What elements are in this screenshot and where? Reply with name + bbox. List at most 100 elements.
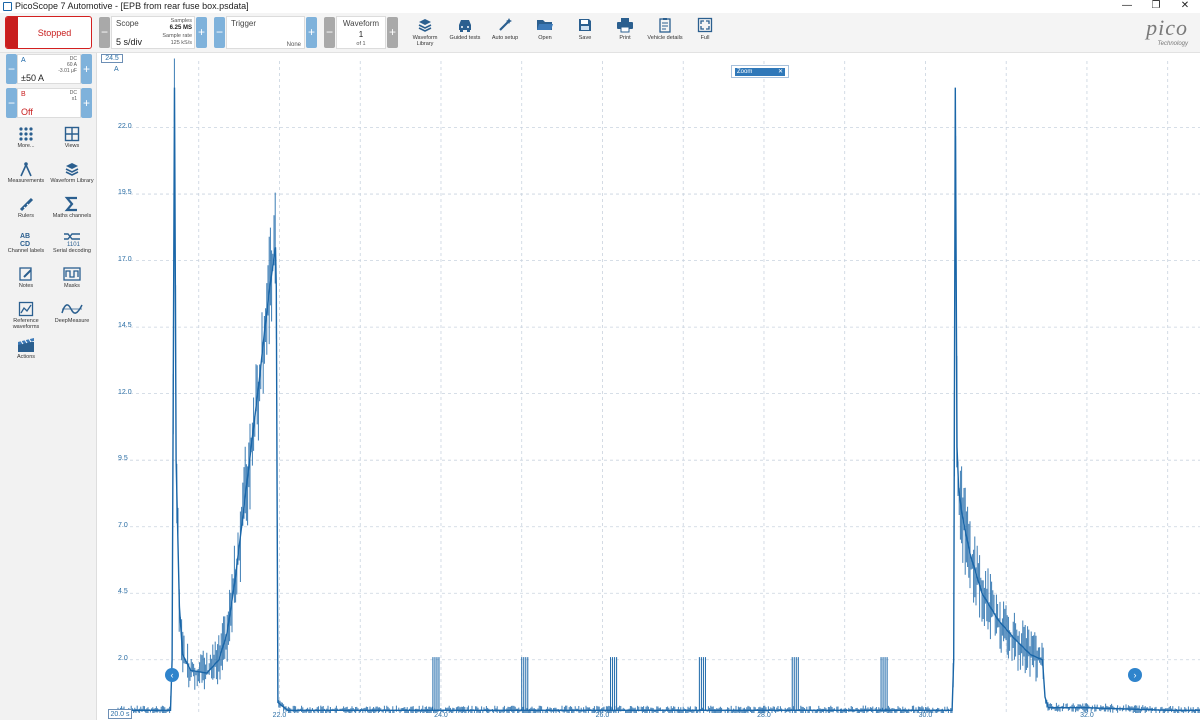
wand-icon [499, 18, 512, 31]
waveform-library-icon [418, 19, 432, 32]
masks-button[interactable]: Masks [50, 266, 94, 300]
waveform-group[interactable]: Waveform 1 of 1 [336, 16, 386, 49]
waveform-index: 1 [358, 30, 364, 39]
reference-waveforms-button[interactable]: Reference waveforms [4, 301, 48, 335]
x-tick-label: 30.0 [918, 712, 933, 719]
deepmeasure-button[interactable]: DeepMeasure [50, 301, 94, 335]
y-tick-label: 4.5 [118, 588, 128, 596]
y-tick-label: 17.0 [118, 255, 132, 263]
run-stop-button[interactable]: Stopped [5, 16, 92, 49]
run-state-indicator [6, 17, 18, 48]
y-tick-label: 22.0 [118, 122, 132, 130]
car-icon [459, 20, 471, 32]
x-axis-start-label[interactable]: 20.0 s [108, 709, 132, 719]
actions-icon [18, 338, 34, 352]
svg-text:AB: AB [20, 233, 30, 240]
timebase-decrease-button[interactable]: − [99, 17, 110, 48]
sample-rate-label: Sample rate [162, 33, 192, 39]
reference-waveforms-icon [18, 301, 34, 317]
channel-a-range-decrease[interactable]: − [6, 54, 17, 84]
waveform-svg[interactable] [98, 53, 1200, 720]
minimize-button[interactable]: — [1112, 0, 1142, 13]
channel-b-name: B [21, 91, 26, 98]
x-tick-label: 32.0 [1080, 712, 1094, 719]
waveform-next-button[interactable]: + [387, 17, 398, 48]
serial-decoding-button[interactable]: 1101 Serial decoding [50, 231, 94, 265]
auto-setup-button[interactable]: Auto setup [485, 15, 525, 51]
pico-logo: pico Technology [1146, 15, 1188, 47]
trigger-group[interactable]: Trigger None [226, 16, 305, 49]
toolbar: Stopped − Scope 5 s/div Samples 6.25 MS … [0, 13, 1200, 53]
trigger-title: Trigger [231, 19, 257, 28]
channel-a-range: ±50 A [21, 73, 44, 83]
print-button[interactable]: Print [605, 15, 645, 51]
zoom-overview-bar[interactable]: Zoom ✕ [735, 68, 785, 76]
actions-button[interactable]: Actions [4, 337, 48, 371]
zoom-close-icon[interactable]: ✕ [778, 68, 783, 76]
timebase-value: 5 s/div [116, 37, 143, 47]
more-button[interactable]: More... [4, 126, 48, 160]
maths-channels-button[interactable]: Maths channels [50, 196, 94, 230]
channel-labels-button[interactable]: AB CD Channel labels [4, 231, 48, 265]
channel-a-range-increase[interactable]: + [81, 54, 92, 84]
channel-b-range-decrease[interactable]: − [6, 88, 17, 118]
masks-icon [63, 267, 81, 281]
waveform-library-side-button[interactable]: Waveform Library [50, 161, 94, 195]
guided-tests-button[interactable]: Guided tests [445, 15, 485, 51]
folder-icon [537, 20, 553, 30]
scope-group[interactable]: Scope 5 s/div Samples 6.25 MS Sample rat… [111, 16, 195, 49]
channel-b-range-increase[interactable]: + [81, 88, 92, 118]
grid-lines [118, 61, 1200, 713]
y-axis-top-label[interactable]: 24.5 [101, 54, 123, 63]
clipboard-icon [659, 18, 671, 33]
zoom-overview-control[interactable]: Zoom ✕ [731, 65, 789, 78]
notes-button[interactable]: Notes [4, 266, 48, 300]
waveform-plot[interactable]: 2.0 4.5 7.0 9.5 12.0 14.5 17.0 19.5 22.0 22.0 24.… [98, 53, 1200, 720]
waveform-prev-button[interactable]: − [324, 17, 335, 48]
maximize-button[interactable]: ❐ [1141, 0, 1171, 13]
fullscreen-button[interactable]: Full [685, 15, 725, 51]
run-state-label: Stopped [37, 28, 72, 38]
samples-value: 6.25 MS [169, 25, 192, 31]
waveform-library-button[interactable]: Waveform Library [405, 15, 445, 51]
vehicle-details-button[interactable]: Vehicle details [645, 15, 685, 51]
samples-label: Samples [170, 18, 192, 24]
channel-b-control[interactable]: − B Off DC x1 + [5, 88, 93, 118]
channel-labels-icon: ABCD [20, 233, 30, 247]
channel-b-range: Off [21, 107, 33, 117]
waveform-library-icon [65, 163, 79, 176]
measurements-button[interactable]: Measurements [4, 161, 48, 195]
x-tick-label: 26.0 [595, 712, 610, 719]
y-tick-label: 7.0 [118, 521, 128, 529]
save-button[interactable]: Save [565, 15, 605, 51]
ruler-icon [19, 197, 34, 212]
views-button[interactable]: Views [50, 126, 94, 160]
picoscope-window: PicoScope 7 Automotive - [EPB from rear … [0, 0, 1200, 720]
trace-line-channel-a [118, 87, 1200, 711]
scroll-left-button[interactable]: ‹ [165, 668, 179, 682]
sigma-icon [64, 196, 77, 212]
channel-a-control[interactable]: − A ±50 A DC 60 A -3.01 μF + [5, 54, 93, 84]
channel-b-box[interactable]: B Off DC x1 [17, 88, 81, 118]
timebase-increase-button[interactable]: + [196, 17, 207, 48]
channel-a-info: DC 60 A -3.01 μF [58, 56, 77, 74]
y-tick-label: 12.0 [118, 388, 132, 396]
waveform-count: of 1 [356, 41, 366, 47]
trigger-decrease-button[interactable]: − [214, 17, 225, 48]
y-tick-label: 9.5 [118, 455, 128, 463]
grid-dots-icon [19, 127, 33, 141]
close-button[interactable]: ✕ [1170, 0, 1200, 13]
save-icon [579, 19, 591, 31]
trigger-increase-button[interactable]: + [306, 17, 317, 48]
scope-title: Scope [116, 19, 139, 28]
trace-noise-band [117, 58, 1200, 713]
left-panel: − A ±50 A DC 60 A -3.01 μF + − B Off DC x1 … [0, 53, 97, 720]
x-tick-label: 22.0 [272, 712, 287, 719]
y-tick-label: 2.0 [118, 654, 128, 662]
rulers-button[interactable]: Rulers [4, 196, 48, 230]
scroll-right-button[interactable]: › [1128, 668, 1142, 682]
deepmeasure-icon [61, 304, 83, 314]
channel-a-box[interactable]: A ±50 A DC 60 A -3.01 μF [17, 54, 81, 84]
sample-rate-value: 125 kS/s [170, 40, 192, 46]
open-button[interactable]: Open [525, 15, 565, 51]
